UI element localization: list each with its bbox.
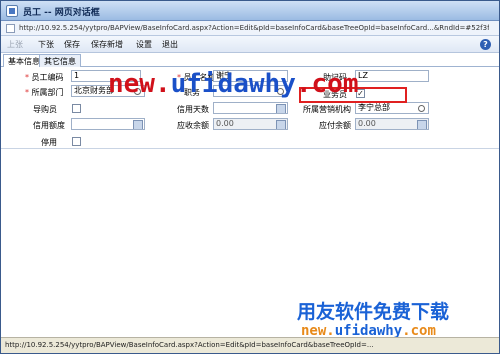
page-icon bbox=[6, 24, 15, 33]
employee-code-label: * 员工编码 bbox=[25, 73, 64, 82]
dialog-window: 员工 -- 网页对话框 http://10.92.5.254/yytpro/BA… bbox=[0, 0, 500, 354]
disabled-label: 停用 bbox=[41, 138, 57, 147]
receivable-label: 应收余额 bbox=[177, 121, 209, 130]
mnemonic-input[interactable]: LZ bbox=[355, 70, 429, 82]
status-bar: http://10.92.5.254/yytpro/BAPView/BaseIn… bbox=[1, 337, 499, 353]
toolbar: 上张 下张 保存 保存新增 设置 退出 ? bbox=[1, 36, 499, 53]
save-button[interactable]: 保存 bbox=[64, 39, 80, 50]
credit-limit-label: 信用额度 bbox=[33, 121, 65, 130]
settings-button[interactable]: 设置 bbox=[136, 39, 152, 50]
shopping-guide-checkbox[interactable] bbox=[72, 104, 81, 113]
credit-days-label: 信用天数 bbox=[177, 105, 209, 114]
status-url: http://10.92.5.254/yytpro/BAPView/BaseIn… bbox=[5, 341, 374, 349]
shopping-guide-label: 导购员 bbox=[33, 105, 57, 114]
sales-org-label: 所属营销机构 bbox=[303, 105, 351, 114]
url-text: http://10.92.5.254/yytpro/BAPView/BaseIn… bbox=[19, 24, 489, 32]
sales-org-lookup-input[interactable]: 李宁总部 bbox=[355, 102, 429, 114]
prev-record-button[interactable]: 上张 bbox=[7, 39, 23, 50]
payable-label: 应付余额 bbox=[319, 121, 351, 130]
window-title: 员工 -- 网页对话框 bbox=[23, 8, 100, 18]
receivable-balance-field: 0.00 bbox=[213, 118, 288, 130]
overlay-watermark-url: new.ufidawhy.com bbox=[108, 69, 359, 99]
tab-strip: 基本信息 其它信息 bbox=[1, 53, 499, 68]
address-bar: http://10.92.5.254/yytpro/BAPView/BaseIn… bbox=[1, 21, 499, 36]
tab-other-info[interactable]: 其它信息 bbox=[39, 54, 81, 67]
exit-button[interactable]: 退出 bbox=[162, 39, 178, 50]
credit-days-input[interactable] bbox=[213, 102, 288, 114]
credit-limit-input[interactable] bbox=[71, 118, 145, 130]
watermark-chinese-text: 用友软件免费下载 bbox=[297, 301, 450, 323]
title-bar[interactable]: 员工 -- 网页对话框 bbox=[1, 1, 499, 21]
help-icon[interactable]: ? bbox=[480, 39, 491, 50]
payable-balance-field: 0.00 bbox=[355, 118, 429, 130]
save-and-new-button[interactable]: 保存新增 bbox=[91, 39, 123, 50]
next-record-button[interactable]: 下张 bbox=[38, 39, 54, 50]
disabled-checkbox[interactable] bbox=[72, 137, 81, 146]
department-label: * 所属部门 bbox=[25, 88, 64, 97]
window-icon bbox=[6, 5, 18, 17]
